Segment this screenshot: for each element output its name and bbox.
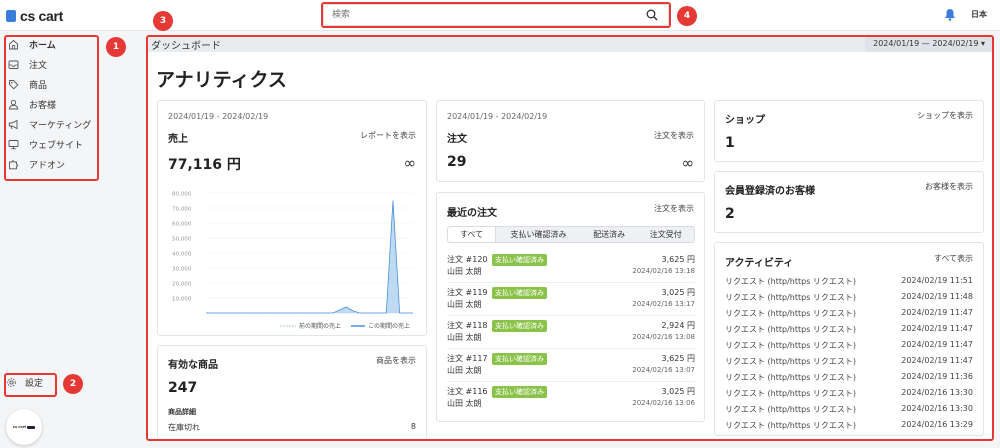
logo-mark-icon: [6, 10, 16, 22]
floating-logo-button[interactable]: cs cart: [6, 409, 42, 445]
floating-logo-mark-icon: [27, 425, 36, 429]
annotation-marker-4: 4: [677, 6, 697, 26]
bell-icon[interactable]: [944, 8, 956, 21]
annotation-box-1: [4, 35, 99, 181]
logo-text: cs cart: [20, 8, 64, 24]
annotation-marker-1: 1: [106, 37, 126, 57]
floating-logo-text: cs cart: [12, 425, 27, 429]
annotation-box-4: [321, 2, 671, 28]
annotation-box-3: [146, 35, 994, 441]
annotation-marker-2: 2: [63, 374, 83, 394]
annotation-marker-3: 3: [153, 11, 173, 31]
language-selector[interactable]: 日本: [971, 9, 987, 20]
annotation-box-2: [4, 373, 57, 397]
logo[interactable]: cs cart: [6, 8, 63, 24]
